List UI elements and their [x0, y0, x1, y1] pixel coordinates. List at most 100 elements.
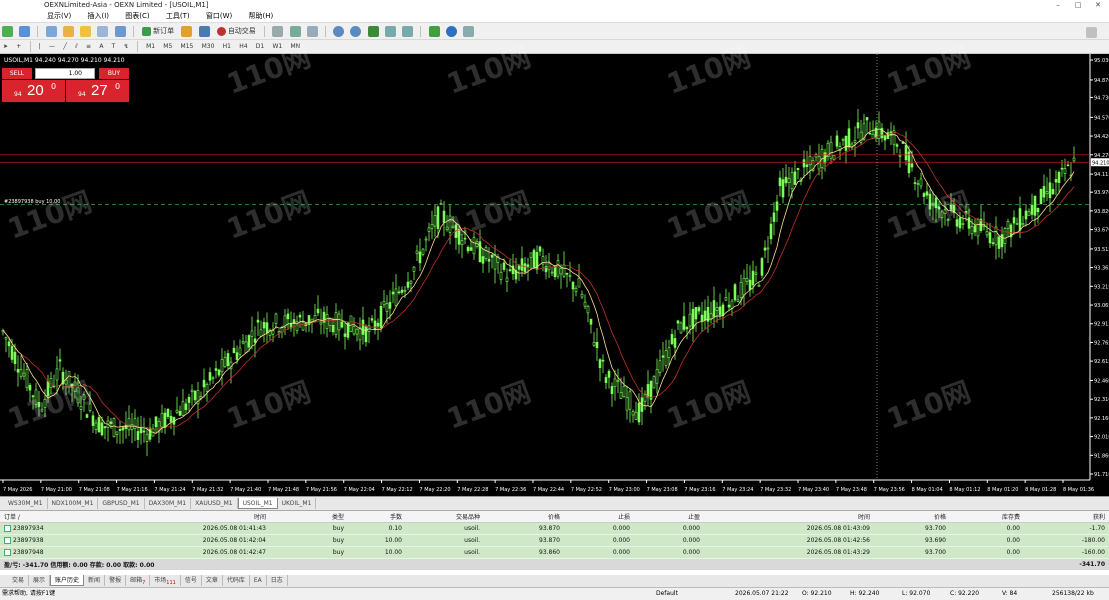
col-sl[interactable]: 止损 — [564, 511, 634, 523]
candle-body — [988, 232, 992, 244]
terminal-tab[interactable]: 新闻 — [84, 575, 106, 586]
text-tool-icon[interactable]: A — [96, 41, 106, 52]
candle-body — [340, 321, 344, 328]
col-open-time[interactable]: 时间 — [95, 511, 270, 523]
chart-tab-usoil[interactable]: USOIL_M1 — [237, 498, 278, 509]
chart-shift-icon[interactable] — [402, 26, 414, 37]
signals-icon[interactable] — [198, 26, 210, 37]
horizontal-line-icon[interactable]: — — [46, 41, 58, 52]
col-order[interactable]: 订单 / — [0, 511, 95, 523]
terminal-tab[interactable]: EA — [250, 575, 267, 586]
candle-body — [517, 265, 521, 270]
col-close-price[interactable]: 价格 — [874, 511, 950, 523]
menu-tools[interactable]: 工具(T) — [159, 10, 197, 23]
col-symbol[interactable]: 交易品种 — [406, 511, 484, 523]
col-close-time[interactable]: 时间 — [704, 511, 874, 523]
terminal-tab[interactable]: 邮箱7 — [126, 575, 151, 586]
chart-tab-dax30m[interactable]: DAX30M_M1 — [145, 498, 192, 509]
bar-chart-icon[interactable] — [272, 26, 284, 37]
tester-icon[interactable] — [114, 26, 126, 37]
terminal-tab[interactable]: 警报 — [105, 575, 127, 586]
minimize-icon[interactable]: – — [1048, 0, 1068, 10]
terminal-tab[interactable]: 文章 — [202, 575, 223, 586]
candle-body — [133, 418, 137, 430]
new-order-button[interactable]: 新订单 — [140, 25, 176, 38]
timeframe-m1[interactable]: M1 — [143, 41, 158, 52]
terminal-tab[interactable]: 交易 — [8, 575, 30, 586]
candle-body — [58, 359, 62, 362]
cursor-icon[interactable]: ➤ — [0, 41, 11, 52]
col-profit[interactable]: 获利 — [1024, 511, 1109, 523]
lot-size-input[interactable]: 1.00 — [35, 68, 95, 79]
data-window-icon[interactable] — [62, 26, 74, 37]
col-open-price[interactable]: 价格 — [484, 511, 564, 523]
sell-button[interactable]: SELL — [2, 68, 32, 79]
terminal-tab[interactable]: 账户历史 — [50, 575, 85, 586]
market-watch-icon[interactable] — [45, 26, 57, 37]
menu-view[interactable]: 显示(V) — [40, 10, 78, 23]
status-profile[interactable]: Default — [656, 588, 678, 600]
col-tp[interactable]: 止盈 — [634, 511, 704, 523]
candle-body — [559, 268, 563, 275]
menu-help[interactable]: 帮助(H) — [241, 10, 280, 23]
chart-tab-ukoil[interactable]: UKOIL_M1 — [278, 498, 317, 509]
buy-price-box[interactable]: 94 27 0 — [66, 80, 129, 102]
terminal-tab[interactable]: 市场111 — [150, 575, 181, 586]
new-chart-icon[interactable] — [2, 26, 13, 37]
terminal-tab[interactable]: 展示 — [29, 575, 51, 586]
zoom-out-icon[interactable] — [350, 26, 362, 37]
candle-body — [181, 401, 185, 416]
chart-tab-ndx100m[interactable]: NDX100M_M1 — [48, 498, 99, 509]
crosshair-icon[interactable]: + — [13, 41, 24, 52]
periods-icon[interactable] — [445, 26, 457, 37]
sell-price-box[interactable]: 94 20 0 — [2, 80, 65, 102]
auto-trading-button[interactable]: 自动交易 — [215, 25, 258, 38]
menu-window[interactable]: 窗口(W) — [199, 10, 239, 23]
buy-button[interactable]: BUY — [99, 68, 129, 79]
line-chart-icon[interactable] — [306, 26, 318, 37]
terminal-tab[interactable]: 信号 — [181, 575, 202, 586]
arrows-icon[interactable]: ↯ — [121, 41, 132, 52]
tile-windows-icon[interactable] — [367, 26, 379, 37]
auto-scroll-icon[interactable] — [384, 26, 396, 37]
channel-icon[interactable]: ⫽ — [72, 41, 81, 52]
timeframe-m15[interactable]: M15 — [178, 41, 197, 52]
candle-body — [190, 389, 194, 392]
vertical-line-icon[interactable]: | — [36, 41, 44, 52]
timeframe-m5[interactable]: M5 — [160, 41, 175, 52]
table-row[interactable]: 23897938 2026.05.08 01:42:04 buy 10.00 usoil… — [0, 534, 1109, 547]
chart-tab-gbpusd[interactable]: GBPUSD_M1 — [98, 498, 145, 509]
maximize-icon[interactable]: □ — [1068, 0, 1088, 10]
table-row[interactable]: 23897948 2026.05.08 01:42:47 buy 10.00 usoil… — [0, 546, 1109, 559]
table-row[interactable]: 23897934 2026.05.08 01:41:43 buy 0.10 usoil.… — [0, 522, 1109, 535]
col-swap[interactable]: 库存费 — [950, 511, 1024, 523]
fibonacci-icon[interactable]: ≡ — [83, 41, 94, 52]
candle-body — [844, 135, 848, 151]
menu-chart[interactable]: 图表(C) — [118, 10, 156, 23]
col-lots[interactable]: 手数 — [348, 511, 406, 523]
profiles-icon[interactable] — [19, 26, 31, 37]
timeframe-h4[interactable]: H4 — [236, 41, 250, 52]
zoom-in-icon[interactable] — [333, 26, 345, 37]
table-cell: 0.00 — [950, 546, 1024, 559]
table-header: 订单 / 时间 类型 手数 交易品种 价格 止损 止盈 时间 价格 库存费 获利 — [0, 511, 1109, 523]
metaeditor-icon[interactable] — [181, 26, 193, 37]
menu-insert[interactable]: 插入(I) — [81, 10, 117, 23]
price-chart[interactable]: 95.030 94.870 94.730 94.570 94.420 94.270 94.1… — [0, 40, 1109, 496]
trendline-icon[interactable]: ╱ — [60, 41, 70, 52]
indicators-icon[interactable] — [428, 26, 440, 37]
timeframe-h1[interactable]: H1 — [220, 41, 234, 52]
toolbar-collapse-icon[interactable] — [1086, 27, 1097, 38]
col-type[interactable]: 类型 — [270, 511, 348, 523]
timeframe-m30[interactable]: M30 — [199, 41, 218, 52]
label-tool-icon[interactable]: T — [109, 41, 119, 52]
templates-icon[interactable] — [463, 26, 475, 37]
terminal-tab[interactable]: 日志 — [267, 575, 288, 586]
navigator-icon[interactable] — [80, 26, 92, 37]
terminal-tab[interactable]: 代码库 — [223, 575, 250, 586]
chart-tab-xauusd[interactable]: XAUUSD_M1 — [191, 498, 238, 509]
terminal-icon[interactable] — [97, 26, 109, 37]
status-help: 需求帮助, 请按F1键 — [2, 590, 56, 597]
chart-tab-ws30m[interactable]: WS30M_M1 — [4, 498, 48, 509]
close-icon[interactable]: ✕ — [1088, 0, 1108, 10]
